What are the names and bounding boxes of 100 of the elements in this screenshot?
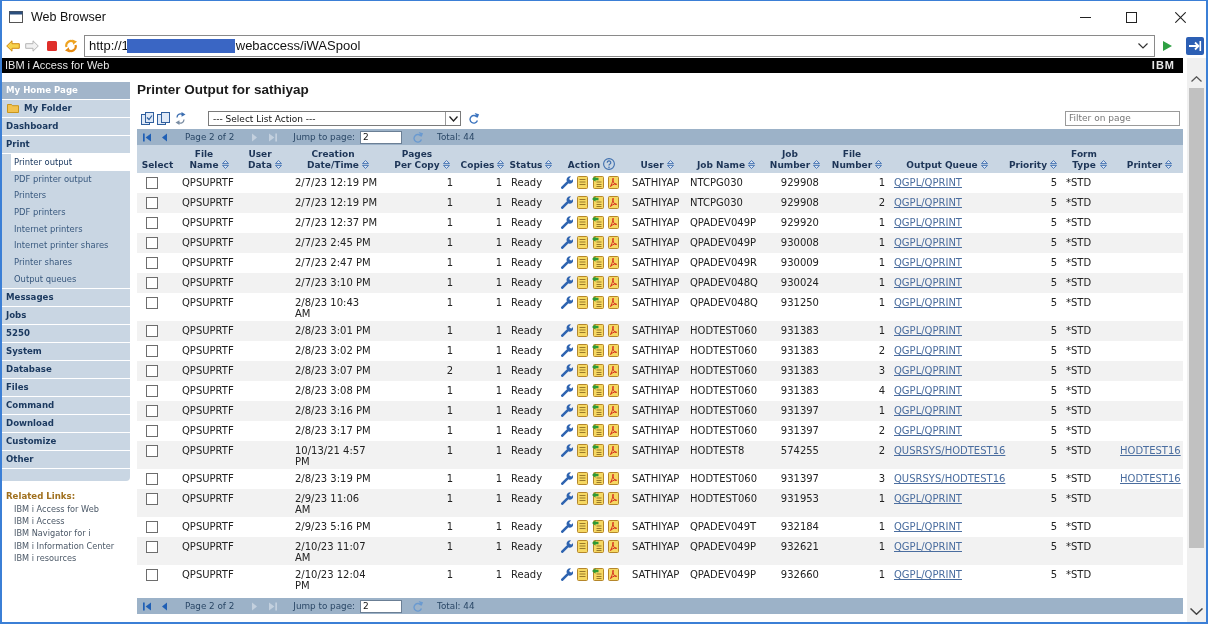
row-checkbox[interactable] [146,297,158,309]
sort-icon[interactable] [1099,160,1107,169]
output-queue-link[interactable]: QGPL/QPRINT [894,325,962,336]
wrench-icon[interactable] [561,216,573,229]
output-queue-link[interactable]: QGPL/QPRINT [894,493,962,504]
pdf-icon[interactable] [608,344,619,357]
pdf-icon[interactable] [608,276,619,289]
output-queue-link[interactable]: QGPL/QPRINT [894,405,962,416]
printer-link[interactable]: HODTEST16 [1120,473,1181,484]
row-checkbox[interactable] [146,365,158,377]
row-checkbox[interactable] [146,385,158,397]
row-checkbox[interactable] [146,277,158,289]
row-checkbox[interactable] [146,473,158,485]
wrench-icon[interactable] [561,296,573,309]
pdf-icon[interactable] [608,216,619,229]
column-header[interactable]: User Data [248,149,272,170]
wrench-icon[interactable] [561,176,573,189]
output-queue-link[interactable]: QUSRSYS/HODTEST16 [894,445,1006,456]
output-queue-link[interactable]: QGPL/QPRINT [894,541,962,552]
row-checkbox[interactable] [146,345,158,357]
document-icon[interactable] [577,540,588,553]
wrench-icon[interactable] [561,568,573,581]
sort-icon[interactable] [545,160,553,169]
pdf-icon[interactable] [608,472,619,485]
column-header[interactable]: Printer [1126,159,1163,170]
column-header[interactable]: User [640,159,664,170]
output-queue-link[interactable]: QGPL/QPRINT [894,197,962,208]
help-icon[interactable] [603,158,616,170]
wrench-icon[interactable] [561,364,573,377]
column-header[interactable]: Status [509,159,543,170]
output-queue-link[interactable]: QGPL/QPRINT [894,425,962,436]
wrench-icon[interactable] [561,256,573,269]
row-checkbox[interactable] [146,257,158,269]
column-header[interactable]: Priority [1009,159,1047,170]
row-checkbox[interactable] [146,445,158,457]
wrench-icon[interactable] [561,472,573,485]
document-icon[interactable] [577,256,588,269]
output-queue-link[interactable]: QGPL/QPRINT [894,217,962,228]
column-header[interactable]: Pages Per Copy [394,149,440,170]
output-queue-link[interactable]: QUSRSYS/HODTEST16 [894,473,1006,484]
output-queue-link[interactable]: QGPL/QPRINT [894,297,962,308]
output-queue-link[interactable]: QGPL/QPRINT [894,345,962,356]
document-icon[interactable] [577,364,588,377]
pdf-icon[interactable] [608,196,619,209]
related-link[interactable]: IBM i Access for Web [6,502,130,515]
row-checkbox[interactable] [146,197,158,209]
output-queue-link[interactable]: QGPL/QPRINT [894,257,962,268]
pdf-icon[interactable] [608,404,619,417]
pdf-icon[interactable] [608,520,619,533]
filter-field[interactable]: Filter on page [1065,111,1180,126]
checked-pages-icon[interactable] [141,112,154,125]
pdf-icon[interactable] [608,540,619,553]
column-header[interactable]: Copies [460,159,495,170]
jump-to-page-field[interactable]: 2 [360,130,403,144]
column-header[interactable]: File Name [189,149,219,170]
document-icon[interactable] [577,492,588,505]
pdf-icon[interactable] [608,176,619,189]
wrench-icon[interactable] [561,540,573,553]
nav-item[interactable]: My Folder [2,100,130,118]
row-checkbox[interactable] [146,521,158,533]
pdf-icon[interactable] [608,364,619,377]
document-icon[interactable] [577,176,588,189]
wrench-icon[interactable] [561,520,573,533]
document-icon[interactable] [577,384,588,397]
close-icon[interactable] [1175,11,1186,23]
document-icon[interactable] [577,276,588,289]
pdf-icon[interactable] [608,384,619,397]
row-checkbox[interactable] [146,405,158,417]
document-icon[interactable] [577,344,588,357]
nav-subitem[interactable]: Printers [2,187,130,205]
document-icon[interactable] [577,216,588,229]
back-arrow-icon[interactable] [6,39,20,52]
pdf-icon[interactable] [608,444,619,457]
nav-subitem[interactable]: Internet printer shares [2,237,130,255]
output-queue-link[interactable]: QGPL/QPRINT [894,569,962,580]
sort-icon[interactable] [221,160,229,169]
wrench-icon[interactable] [561,404,573,417]
wrench-icon[interactable] [561,196,573,209]
scrollbar-thumb[interactable] [1189,88,1204,548]
output-queue-link[interactable]: QGPL/QPRINT [894,521,962,532]
row-checkbox[interactable] [146,541,158,553]
wrench-icon[interactable] [561,424,573,437]
row-checkbox[interactable] [146,425,158,437]
scroll-up-icon[interactable] [1191,76,1202,82]
caret-icon[interactable] [1138,42,1148,49]
pdf-icon[interactable] [608,236,619,249]
jump-to-page-field[interactable]: 2 [360,599,403,613]
output-queue-link[interactable]: QGPL/QPRINT [894,277,962,288]
wrench-icon[interactable] [561,492,573,505]
related-link[interactable]: IBM i Information Center [6,539,130,553]
refresh-icon[interactable] [64,38,78,53]
output-queue-link[interactable]: QGPL/QPRINT [894,365,962,376]
previous-page-icon[interactable] [162,601,167,611]
sort-icon[interactable] [748,160,756,169]
document-icon[interactable] [577,236,588,249]
first-page-icon[interactable] [143,601,151,611]
wrench-icon[interactable] [561,344,573,357]
address-field[interactable]: http://1 webaccess/iWASpool [84,34,1155,57]
first-page-icon[interactable] [143,132,151,142]
related-link[interactable]: IBM i resources [6,552,130,565]
